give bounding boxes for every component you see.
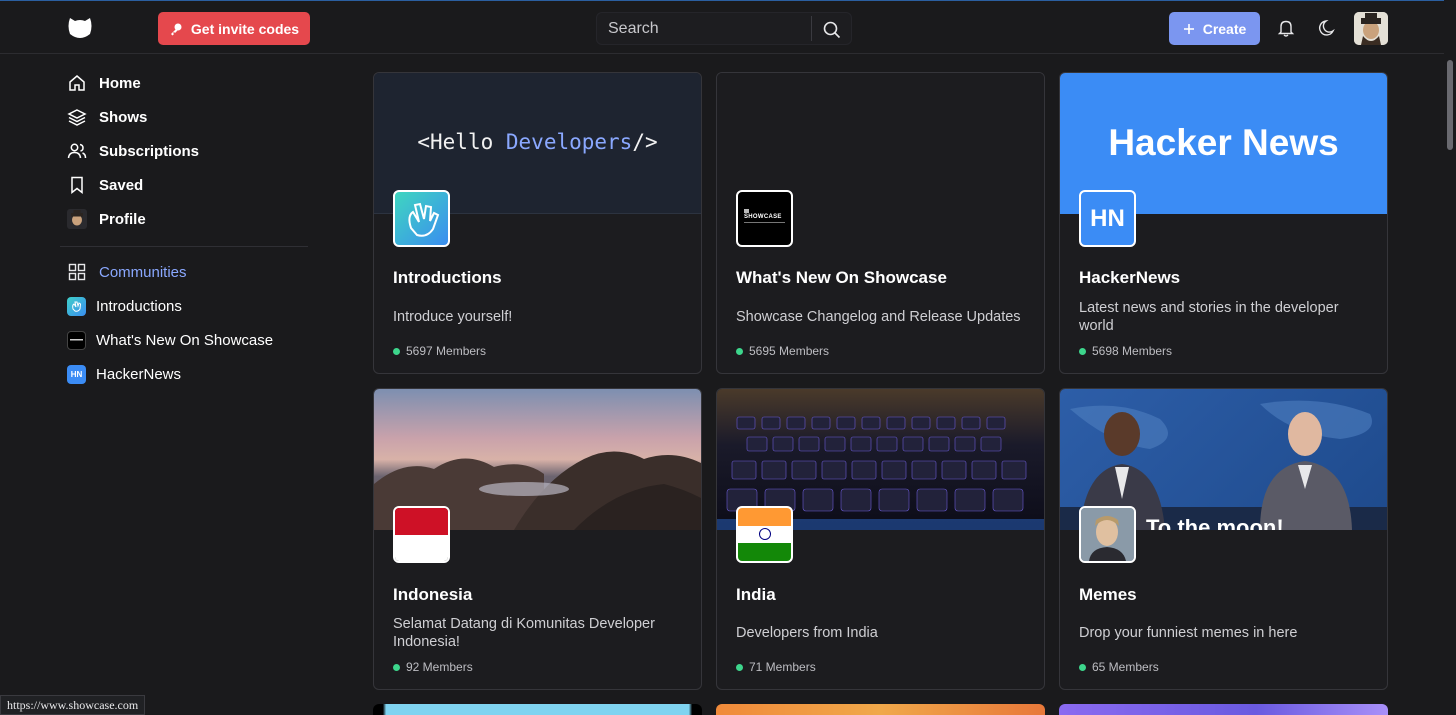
online-dot [393, 663, 400, 671]
online-dot [1079, 663, 1086, 671]
search-button[interactable] [817, 17, 847, 42]
sidebar-item-profile[interactable]: Profile [60, 202, 308, 236]
logo-icon[interactable] [66, 14, 94, 40]
online-dot [736, 347, 743, 355]
meme-caption: To the moon! [1146, 515, 1284, 530]
card-thumbnail [393, 190, 450, 247]
card-title[interactable]: HackerNews [1079, 268, 1180, 288]
communities-label: Communities [99, 263, 187, 281]
community-card-hackernews[interactable]: Hacker News HN HackerNews Latest news an… [1059, 72, 1388, 374]
online-dot [736, 663, 743, 671]
india-flag-icon [736, 506, 793, 563]
key-icon [170, 23, 182, 35]
chakra-icon [758, 528, 771, 541]
member-count: 5695 Members [736, 344, 829, 358]
card-description: Showcase Changelog and Release Updates [736, 309, 1021, 325]
invite-button-label: Get invite codes [190, 20, 300, 37]
search-box [596, 12, 852, 45]
create-button[interactable]: Create [1169, 12, 1260, 45]
sidebar-item-label: Profile [99, 210, 146, 228]
sidebar-community-hackernews[interactable]: HN HackerNews [60, 357, 308, 391]
card-title[interactable]: Introductions [393, 268, 502, 288]
sidebar-item-shows[interactable]: Shows [60, 100, 308, 134]
sidebar-item-label: Home [99, 74, 141, 92]
card-description: Latest news and stories in the developer… [1079, 300, 1339, 334]
search-input[interactable] [597, 13, 811, 44]
community-card-indonesia[interactable]: Indonesia Selamat Datang di Komunitas De… [373, 388, 702, 690]
wave-hand-icon [67, 296, 86, 316]
card-description: Drop your funniest memes in here [1079, 625, 1298, 641]
member-count: 92 Members [393, 660, 473, 674]
banner-title: Hacker News [1108, 122, 1339, 163]
member-count: 71 Members [736, 660, 816, 674]
card-thumbnail: SHOWCASE [736, 190, 793, 247]
community-card-peek[interactable] [373, 704, 702, 715]
card-title[interactable]: What's New On Showcase [736, 268, 947, 288]
card-title[interactable]: Indonesia [393, 585, 472, 605]
member-count: 65 Members [1079, 660, 1159, 674]
bell-icon[interactable] [1276, 18, 1296, 38]
sidebar-item-label: Subscriptions [99, 142, 200, 160]
community-label: What's New On Showcase [96, 331, 274, 349]
card-title[interactable]: India [736, 585, 776, 605]
community-card-india[interactable]: India Developers from India 71 Members [716, 388, 1045, 690]
member-count: 5698 Members [1079, 344, 1172, 358]
create-button-label: Create [1202, 20, 1247, 37]
avatar [67, 209, 87, 229]
users-icon [67, 143, 87, 159]
hn-badge-icon: HN [67, 364, 86, 384]
sidebar: Home Shows Subscriptions Saved Profile C… [60, 66, 308, 391]
sidebar-item-communities[interactable]: Communities [60, 255, 308, 289]
portrait-image [1081, 508, 1134, 561]
thumbnail-text: SHOWCASE [744, 214, 782, 220]
online-dot [1079, 347, 1086, 355]
community-card-whats-new[interactable]: SHOWCASE What's New On Showcase Showcase… [716, 72, 1045, 374]
wave-hand-icon [408, 202, 440, 237]
sidebar-item-subscriptions[interactable]: Subscriptions [60, 134, 308, 168]
showcase-logo-icon [67, 330, 86, 350]
hn-badge-icon: HN [1090, 204, 1125, 232]
layers-icon [67, 109, 87, 126]
top-bar: Get invite codes Create [0, 0, 1456, 54]
card-title[interactable]: Memes [1079, 585, 1137, 605]
sidebar-divider [60, 246, 308, 247]
sidebar-community-whats-new[interactable]: What's New On Showcase [60, 323, 308, 357]
page-scrollbar[interactable] [1444, 0, 1456, 715]
sidebar-item-home[interactable]: Home [60, 66, 308, 100]
card-thumbnail [1079, 506, 1136, 563]
banner-code-text: <Hello Developers/> [417, 130, 658, 154]
community-card-introductions[interactable]: <Hello Developers/> Introductions Introd… [373, 72, 702, 374]
community-label: Introductions [96, 297, 182, 315]
sidebar-community-introductions[interactable]: Introductions [60, 289, 308, 323]
card-description: Selamat Datang di Komunitas Developer In… [393, 616, 655, 650]
community-card-peek[interactable] [1059, 704, 1388, 715]
search-icon [823, 21, 841, 38]
card-thumbnail: HN [1079, 190, 1136, 247]
sidebar-item-label: Shows [99, 108, 148, 126]
grid-icon [68, 263, 86, 281]
sidebar-item-label: Saved [99, 176, 144, 194]
user-avatar[interactable] [1354, 12, 1388, 45]
scrollbar-thumb[interactable] [1447, 60, 1453, 150]
card-description: Introduce yourself! [393, 309, 513, 325]
search-divider [811, 16, 812, 41]
get-invite-codes-button[interactable]: Get invite codes [158, 12, 310, 45]
community-label: HackerNews [96, 365, 182, 383]
community-card-memes[interactable]: To the moon! Memes Drop your funniest me… [1059, 388, 1388, 690]
moon-icon[interactable] [1318, 18, 1338, 38]
indonesia-flag-icon [393, 506, 450, 563]
home-icon [69, 75, 85, 91]
bookmark-icon [71, 176, 83, 195]
community-card-peek[interactable] [716, 704, 1045, 715]
plus-icon [1183, 23, 1194, 34]
online-dot [393, 347, 400, 355]
sidebar-item-saved[interactable]: Saved [60, 168, 308, 202]
status-bar-url: https://www.showcase.com [0, 695, 146, 715]
card-description: Developers from India [736, 625, 878, 641]
member-count: 5697 Members [393, 344, 486, 358]
